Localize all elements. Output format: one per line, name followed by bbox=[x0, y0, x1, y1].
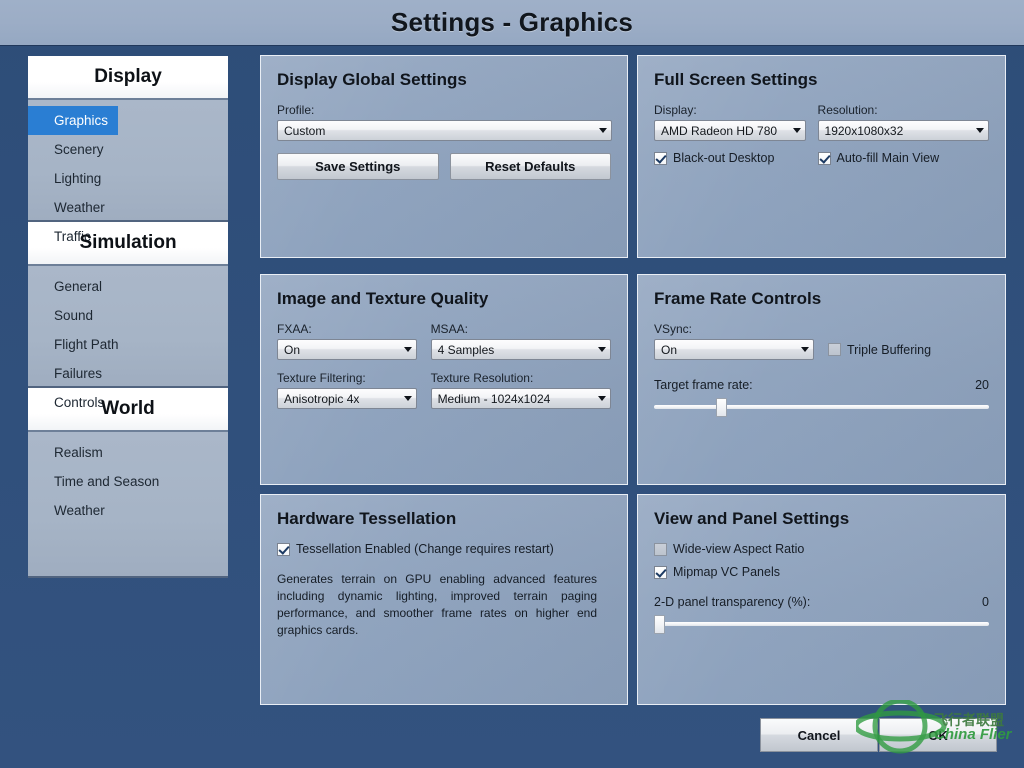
sidebar: Display Graphics Scenery Lighting Weathe… bbox=[28, 56, 228, 578]
slider-track bbox=[654, 622, 989, 626]
sidebar-item-general[interactable]: General bbox=[28, 272, 112, 301]
texture-filtering-dropdown-value: Anisotropic 4x bbox=[284, 391, 360, 406]
checkmark-icon bbox=[277, 542, 290, 556]
slider-thumb[interactable] bbox=[716, 398, 727, 417]
checkmark-icon bbox=[817, 151, 831, 165]
panel-display-global-settings: Display Global Settings Profile: Custom … bbox=[260, 55, 628, 258]
sidebar-item-lighting[interactable]: Lighting bbox=[28, 164, 111, 193]
sidebar-item-flight-path[interactable]: Flight Path bbox=[28, 330, 129, 359]
sidebar-item-scenery[interactable]: Scenery bbox=[28, 135, 114, 164]
panel-transparency-slider[interactable] bbox=[654, 615, 989, 634]
wide-view-aspect-ratio-checkbox[interactable]: Wide-view Aspect Ratio bbox=[654, 542, 989, 556]
sidebar-item-world-weather[interactable]: Weather bbox=[28, 496, 115, 525]
panel-title-tessellation: Hardware Tessellation bbox=[277, 509, 457, 528]
panel-image-texture-quality: Image and Texture Quality FXAA: On MSAA:… bbox=[260, 274, 628, 485]
label-profile: Profile: bbox=[277, 103, 315, 117]
profile-dropdown[interactable]: Custom bbox=[277, 120, 612, 141]
chevron-down-icon bbox=[976, 128, 984, 133]
fxaa-dropdown-value: On bbox=[284, 342, 301, 357]
label-fxaa: FXAA: bbox=[277, 322, 312, 336]
tessellation-enabled-label: Tessellation Enabled (Change requires re… bbox=[296, 542, 554, 556]
label-resolution: Resolution: bbox=[817, 103, 878, 117]
chevron-down-icon bbox=[403, 347, 412, 352]
label-texture-resolution: Texture Resolution: bbox=[430, 371, 534, 385]
sidebar-header-display: Display bbox=[28, 56, 228, 100]
msaa-dropdown-value: 4 Samples bbox=[437, 342, 495, 357]
panel-title-display-global: Display Global Settings bbox=[277, 70, 467, 89]
mipmap-vc-panels-label: Mipmap VC Panels bbox=[673, 565, 780, 579]
sidebar-items-world: Realism Time and Season Weather bbox=[28, 432, 228, 578]
panel-title-frame-rate: Frame Rate Controls bbox=[654, 289, 822, 308]
panel-title-full-screen: Full Screen Settings bbox=[654, 70, 818, 89]
panel-full-screen-settings: Full Screen Settings Display: AMD Radeon… bbox=[637, 55, 1006, 258]
profile-dropdown-value: Custom bbox=[284, 123, 326, 138]
chevron-down-icon bbox=[599, 128, 607, 133]
msaa-dropdown[interactable]: 4 Samples bbox=[430, 339, 611, 360]
chevron-down-icon bbox=[801, 347, 809, 352]
target-frame-rate-value: 20 bbox=[975, 378, 989, 392]
vsync-dropdown-value: On bbox=[661, 342, 678, 357]
window-title: Settings - Graphics bbox=[390, 7, 634, 37]
blackout-desktop-checkbox[interactable]: Black-out Desktop bbox=[654, 151, 806, 165]
triple-buffering-checkbox[interactable]: Triple Buffering bbox=[828, 343, 931, 357]
sidebar-item-weather[interactable]: Weather bbox=[28, 193, 115, 222]
label-display: Display: bbox=[654, 103, 697, 117]
slider-thumb[interactable] bbox=[654, 615, 665, 634]
checkbox-empty-icon bbox=[828, 343, 841, 356]
sidebar-group-display: Display Graphics Scenery Lighting Weathe… bbox=[28, 56, 228, 244]
mipmap-vc-panels-checkbox[interactable]: Mipmap VC Panels bbox=[654, 565, 989, 579]
fxaa-dropdown[interactable]: On bbox=[277, 339, 417, 360]
triple-buffering-label: Triple Buffering bbox=[847, 342, 932, 357]
save-settings-button[interactable]: Save Settings bbox=[277, 153, 439, 180]
checkmark-icon bbox=[654, 151, 667, 165]
panel-view-and-panel-settings: View and Panel Settings Wide-view Aspect… bbox=[637, 494, 1006, 705]
chevron-down-icon bbox=[598, 347, 606, 352]
blackout-desktop-label: Black-out Desktop bbox=[673, 151, 775, 165]
display-dropdown[interactable]: AMD Radeon HD 780 bbox=[654, 120, 806, 141]
target-frame-rate-label: Target frame rate: bbox=[654, 378, 753, 392]
resolution-dropdown-value: 1920x1080x32 bbox=[824, 123, 904, 138]
sidebar-item-failures[interactable]: Failures bbox=[28, 359, 112, 388]
label-texture-filtering: Texture Filtering: bbox=[277, 371, 366, 385]
chevron-down-icon bbox=[598, 396, 606, 401]
texture-resolution-dropdown[interactable]: Medium - 1024x1024 bbox=[430, 388, 611, 409]
panel-frame-rate-controls: Frame Rate Controls VSync: On Triple Buf… bbox=[637, 274, 1006, 485]
sidebar-items-display: Graphics Scenery Lighting Weather Traffi… bbox=[28, 100, 228, 244]
texture-resolution-dropdown-value: Medium - 1024x1024 bbox=[437, 391, 551, 406]
autofill-main-view-checkbox[interactable]: Auto-fill Main View bbox=[817, 151, 989, 165]
tessellation-enabled-checkbox[interactable]: Tessellation Enabled (Change requires re… bbox=[277, 542, 611, 556]
sidebar-items-simulation: General Sound Flight Path Failures Contr… bbox=[28, 266, 228, 410]
panel-transparency-label: 2-D panel transparency (%): bbox=[654, 595, 811, 609]
label-vsync: VSync: bbox=[654, 322, 693, 336]
texture-filtering-dropdown[interactable]: Anisotropic 4x bbox=[277, 388, 417, 409]
sidebar-item-time-and-season[interactable]: Time and Season bbox=[28, 467, 169, 496]
panel-title-view-panel: View and Panel Settings bbox=[654, 509, 850, 528]
label-msaa: MSAA: bbox=[430, 322, 468, 336]
panel-transparency-value: 0 bbox=[982, 595, 989, 609]
ok-button[interactable]: OK bbox=[879, 718, 997, 752]
autofill-main-view-label: Auto-fill Main View bbox=[836, 151, 940, 165]
chevron-down-icon bbox=[792, 128, 801, 133]
chevron-down-icon bbox=[403, 396, 412, 401]
settings-window: Settings - Graphics Display Graphics Sce… bbox=[0, 0, 1024, 768]
checkbox-empty-icon bbox=[654, 542, 667, 556]
display-dropdown-value: AMD Radeon HD 780 bbox=[661, 123, 778, 138]
sidebar-item-graphics[interactable]: Graphics bbox=[28, 106, 119, 135]
panel-hardware-tessellation: Hardware Tessellation Tessellation Enabl… bbox=[260, 494, 628, 705]
title-bar: Settings - Graphics bbox=[0, 0, 1024, 46]
vsync-dropdown[interactable]: On bbox=[654, 339, 814, 360]
target-frame-rate-slider[interactable] bbox=[654, 398, 989, 417]
tessellation-description: Generates terrain on GPU enabling advanc… bbox=[277, 572, 597, 637]
panel-title-image-texture: Image and Texture Quality bbox=[277, 289, 489, 308]
sidebar-item-sound[interactable]: Sound bbox=[28, 301, 103, 330]
sidebar-item-realism[interactable]: Realism bbox=[28, 438, 113, 467]
wide-view-aspect-ratio-label: Wide-view Aspect Ratio bbox=[673, 542, 805, 556]
slider-track bbox=[654, 405, 989, 409]
cancel-button[interactable]: Cancel bbox=[760, 718, 878, 752]
reset-defaults-button[interactable]: Reset Defaults bbox=[449, 153, 611, 180]
checkmark-icon bbox=[654, 565, 667, 579]
resolution-dropdown[interactable]: 1920x1080x32 bbox=[817, 120, 989, 141]
